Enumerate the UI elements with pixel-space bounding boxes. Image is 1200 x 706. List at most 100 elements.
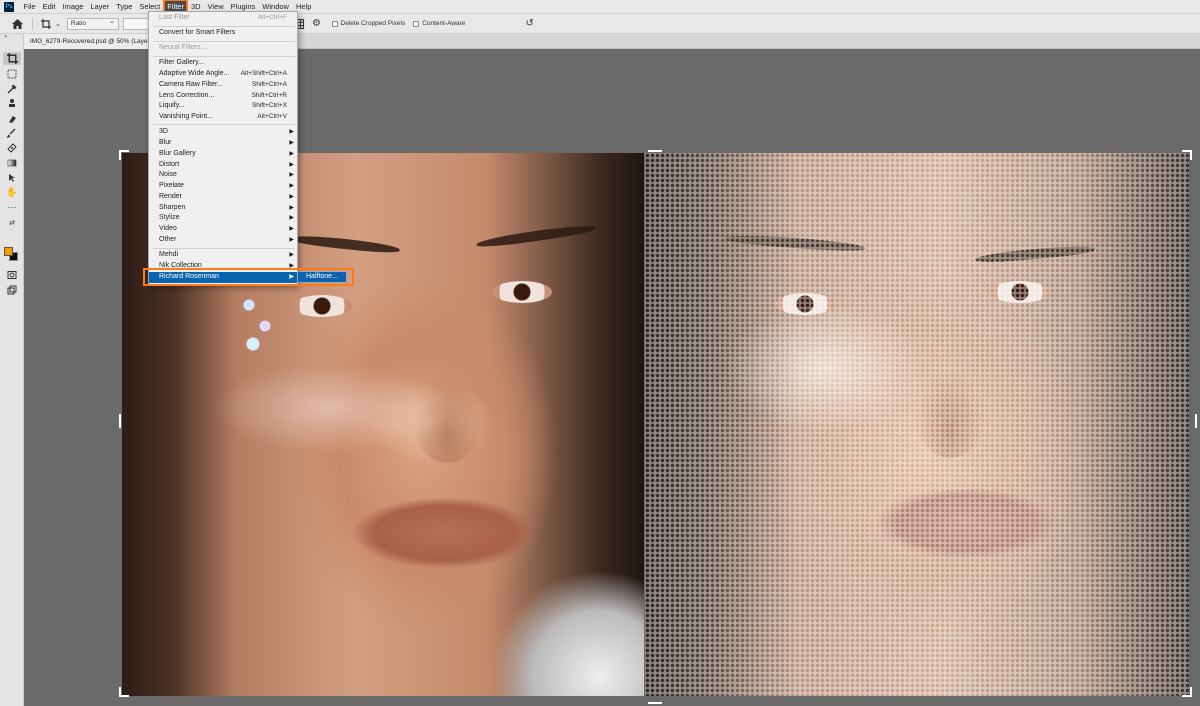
crop-tool-icon[interactable]	[3, 52, 21, 65]
delete-cropped-pixels-checkbox[interactable]: Delete Cropped Pixels	[331, 20, 406, 27]
submenu-arrow-icon: ▶	[289, 252, 294, 258]
menu-item-sharpen[interactable]: Sharpen ▶	[149, 203, 297, 214]
menu-item-vanishing-point[interactable]: Vanishing Point... Alt+Ctrl+V	[149, 112, 297, 123]
checkbox-box[interactable]	[331, 20, 338, 27]
menu-item-label: Other	[159, 236, 177, 243]
menu-item-richard-rosenman[interactable]: Richard Rosenman ▶	[149, 272, 297, 283]
menu-item-pixelate[interactable]: Pixelate ▶	[149, 181, 297, 192]
menu-item-blur[interactable]: Blur ▶	[149, 138, 297, 149]
menu-separator	[153, 56, 295, 57]
menu-item-label: Render	[159, 193, 182, 200]
crop-preset-icon[interactable]	[37, 17, 55, 31]
stamp-tool-icon[interactable]	[3, 96, 21, 109]
menu-item-convert-smart-filters[interactable]: Convert for Smart Filters	[149, 28, 297, 39]
chevron-down-icon[interactable]: ⌄	[55, 17, 61, 31]
menu-item-label: Mehdi	[159, 251, 179, 258]
reset-icon[interactable]: ↺	[525, 17, 533, 31]
submenu-arrow-icon: ▶	[289, 263, 294, 269]
crop-handle-top-left[interactable]	[119, 150, 129, 160]
menu-item-noise[interactable]: Noise ▶	[149, 170, 297, 181]
foreground-color-swatch[interactable]	[4, 247, 13, 256]
brush-tool-icon[interactable]	[3, 126, 21, 139]
menu-item-halftone[interactable]: Halftone...	[298, 272, 346, 282]
photoshop-logo-icon[interactable]: Ps	[4, 1, 14, 12]
halftone-preview-photo[interactable]	[645, 153, 1189, 696]
hand-tool-icon[interactable]: ✋	[3, 186, 21, 199]
menu-item-other[interactable]: Other ▶	[149, 235, 297, 246]
menu-item-distort[interactable]: Distort ▶	[149, 160, 297, 171]
checkbox-box[interactable]	[413, 20, 420, 27]
menu-separator	[153, 41, 295, 42]
menu-item-render[interactable]: Render ▶	[149, 192, 297, 203]
menu-item-label: Vanishing Point...	[159, 113, 213, 120]
menu-file[interactable]: File	[20, 0, 39, 14]
delete-cropped-pixels-label: Delete Cropped Pixels	[340, 20, 406, 27]
swap-colors-icon[interactable]: ⇄	[3, 218, 21, 227]
submenu-arrow-icon: ▶	[289, 205, 294, 211]
menu-item-blur-gallery[interactable]: Blur Gallery ▶	[149, 149, 297, 160]
content-aware-checkbox[interactable]: Content-Aware	[413, 20, 465, 27]
menu-separator	[153, 124, 295, 125]
menu-item-shortcut: Alt+Ctrl+V	[257, 113, 287, 120]
eraser-tool-icon[interactable]	[3, 112, 21, 125]
menu-item-label: Convert for Smart Filters	[159, 29, 236, 36]
menu-item-shortcut: Shift+Ctrl+R	[251, 92, 287, 99]
path-select-icon[interactable]	[3, 171, 21, 184]
menu-item-label: Last Filter	[159, 14, 190, 21]
crop-handle-bottom-right[interactable]	[1182, 687, 1192, 697]
gradient-tool-icon[interactable]	[3, 156, 21, 169]
menu-item-label: Blur	[159, 139, 172, 146]
submenu-arrow-icon: ▶	[289, 226, 294, 232]
menu-item-label: Video	[159, 225, 177, 232]
menu-item-filter-gallery[interactable]: Filter Gallery...	[149, 58, 297, 69]
left-eyebrow	[289, 233, 401, 255]
menu-type[interactable]: Type	[113, 0, 136, 14]
marquee-tool-icon[interactable]	[3, 67, 21, 80]
menu-layer[interactable]: Layer	[87, 0, 113, 14]
submenu-arrow-icon: ▶	[289, 194, 294, 200]
menu-item-3d[interactable]: 3D ▶	[149, 127, 297, 138]
menu-item-label: Filter Gallery...	[159, 59, 204, 66]
crop-handle-right-middle[interactable]	[1187, 414, 1197, 428]
menu-item-last-filter[interactable]: Last Filter Alt+Ctrl+F	[149, 13, 297, 24]
healing-tool-icon[interactable]	[3, 141, 21, 154]
richard-rosenman-submenu: Halftone...	[297, 271, 347, 283]
quick-mask-icon[interactable]	[3, 268, 21, 281]
menu-item-label: Camera Raw Filter...	[159, 81, 223, 88]
collapse-icon[interactable]: »	[4, 34, 7, 40]
eyedropper-tool-icon[interactable]	[3, 82, 21, 95]
crop-handle-top-right[interactable]	[1182, 150, 1192, 160]
menu-item-mehdi[interactable]: Mehdi ▶	[149, 250, 297, 261]
left-eye	[292, 295, 352, 317]
menu-separator	[153, 26, 295, 27]
submenu-arrow-icon: ▶	[289, 151, 294, 157]
more-tools-icon[interactable]: ···	[3, 200, 21, 213]
menu-image[interactable]: Image	[59, 0, 87, 14]
crop-handle-bottom-middle[interactable]	[648, 694, 662, 704]
menu-item-liquify[interactable]: Liquify... Shift+Ctrl+X	[149, 101, 297, 112]
document-tab[interactable]: IMG_6279-Recovered.psd @ 50% (Layer	[24, 34, 150, 49]
crop-handle-top-middle[interactable]	[648, 150, 662, 160]
content-aware-label: Content-Aware	[422, 20, 466, 27]
screen-mode-icon[interactable]	[3, 283, 21, 296]
menu-edit[interactable]: Edit	[39, 0, 59, 14]
crop-handle-bottom-left[interactable]	[119, 687, 129, 697]
gem-stickers	[237, 293, 277, 353]
menu-separator	[153, 248, 295, 249]
submenu-arrow-icon: ▶	[289, 162, 294, 168]
menu-item-video[interactable]: Video ▶	[149, 224, 297, 235]
menu-item-neural-filters[interactable]: Neural Filters...	[149, 43, 297, 54]
menu-item-label: Adaptive Wide Angle...	[159, 70, 230, 77]
ratio-select[interactable]: Ratio	[66, 17, 119, 30]
divider	[32, 17, 33, 30]
menu-item-nik-collection[interactable]: Nik Collection ▶	[149, 261, 297, 272]
home-icon[interactable]	[10, 17, 24, 31]
menu-item-label: Liquify...	[159, 102, 185, 109]
menu-item-camera-raw-filter[interactable]: Camera Raw Filter... Shift+Ctrl+A	[149, 80, 297, 91]
menu-item-shortcut: Alt+Ctrl+F	[257, 14, 287, 21]
crop-handle-left-middle[interactable]	[119, 414, 129, 428]
menu-item-stylize[interactable]: Stylize ▶	[149, 213, 297, 224]
gear-icon[interactable]: ⚙	[310, 17, 324, 31]
menu-item-lens-correction[interactable]: Lens Correction... Shift+Ctrl+R	[149, 91, 297, 102]
menu-item-adaptive-wide-angle[interactable]: Adaptive Wide Angle... Alt+Shift+Ctrl+A	[149, 69, 297, 80]
